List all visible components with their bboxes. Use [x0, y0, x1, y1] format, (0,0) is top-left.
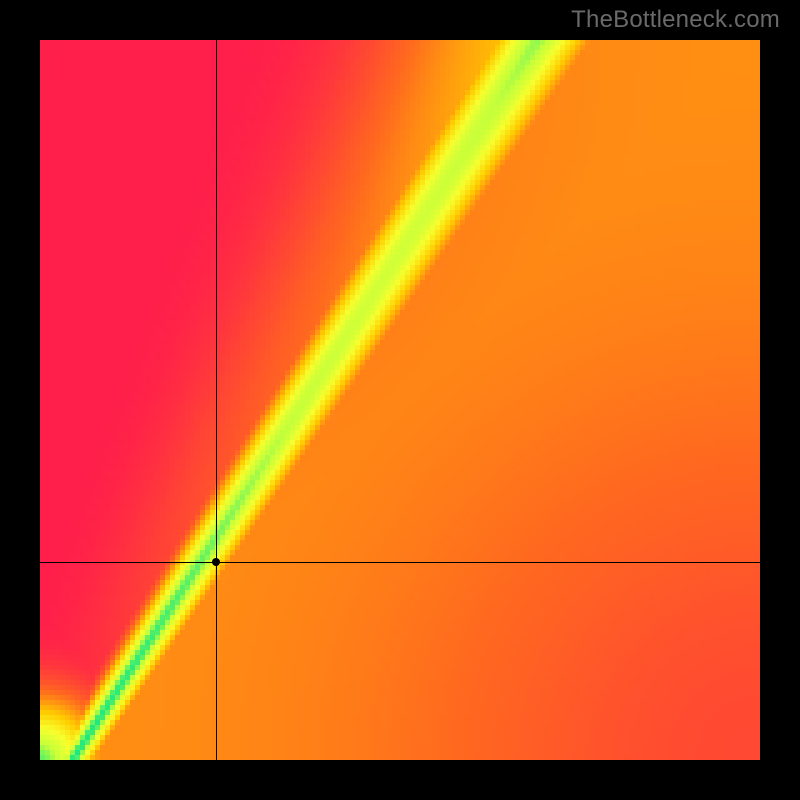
marker-dot [212, 558, 220, 566]
stage: TheBottleneck.com [0, 0, 800, 800]
heatmap-canvas [40, 40, 760, 760]
watermark-text: TheBottleneck.com [571, 6, 780, 34]
heatmap-plot [40, 40, 760, 760]
crosshair-vertical [216, 40, 217, 760]
crosshair-horizontal [40, 562, 760, 563]
